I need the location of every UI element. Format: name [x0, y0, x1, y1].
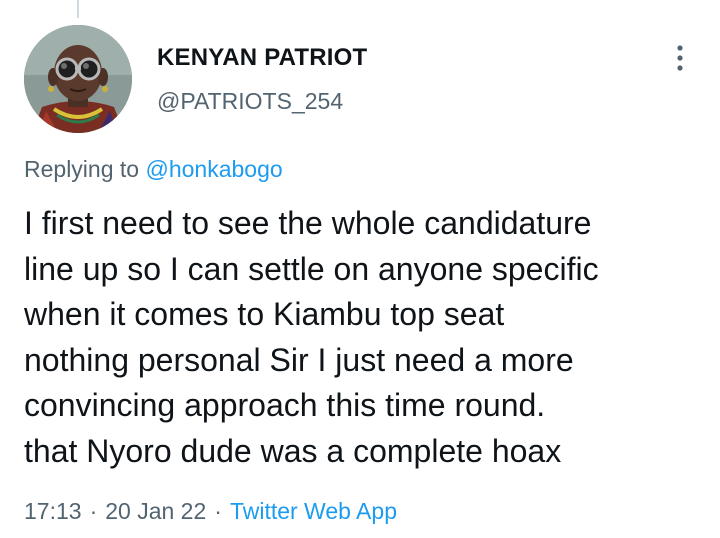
- meta-separator: ·: [214, 498, 222, 524]
- thread-connector-line: [77, 0, 79, 18]
- tweet-text-line: nothing personal Sir I just need a more: [24, 341, 574, 378]
- more-vertical-icon: [677, 45, 683, 71]
- tweet-date[interactable]: 20 Jan 22: [105, 498, 206, 524]
- tweet-text-line: line up so I can settle on anyone specif…: [24, 250, 599, 287]
- tweet-text-line: that Nyoro dude was a complete hoax: [24, 432, 562, 469]
- replying-to: Replying to @honkabogo: [24, 156, 283, 183]
- avatar[interactable]: [24, 25, 132, 133]
- tweet-text-line: convincing approach this time round.: [24, 387, 546, 423]
- meta-separator: ·: [89, 498, 98, 524]
- tweet-card: KENYAN PATRIOT @PATRIOTS_254 Replying to…: [0, 0, 720, 538]
- author-name[interactable]: KENYAN PATRIOT: [157, 44, 367, 72]
- reply-mention-link[interactable]: @honkabogo: [145, 156, 282, 182]
- avatar-image: [24, 25, 132, 133]
- tweet-text-line: when it comes to Kiambu top seat: [24, 296, 505, 332]
- author-handle[interactable]: @PATRIOTS_254: [157, 88, 343, 115]
- tweet-text: I first need to see the whole candidatur…: [24, 201, 704, 474]
- tweet-meta: 17:13 · 20 Jan 22 · Twitter Web App: [24, 498, 397, 525]
- tweet-source-link[interactable]: Twitter Web App: [230, 498, 397, 524]
- replying-to-label: Replying to: [24, 156, 140, 182]
- tweet-text-line: I first need to see the whole candidatur…: [24, 205, 592, 241]
- more-options-button[interactable]: [664, 40, 696, 76]
- tweet-time[interactable]: 17:13: [24, 498, 82, 524]
